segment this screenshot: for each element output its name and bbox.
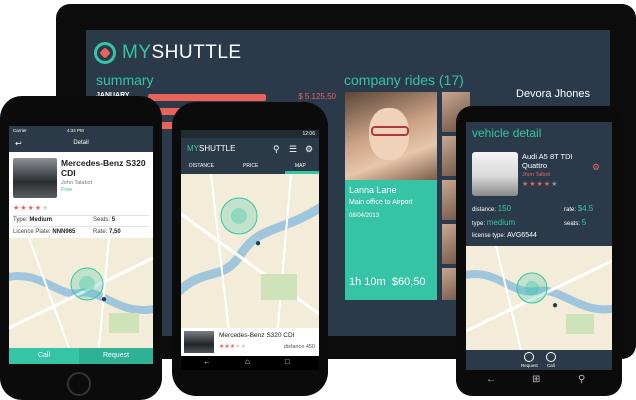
star-icon: ★: [529, 181, 537, 188]
distance-field: distance: 150: [472, 204, 512, 213]
android-phone-device: 12:06 MYSHUTTLE ⚲ ☰ ⚙ DISTANCE PRICE MAP…: [172, 102, 328, 396]
summary-amount: $ 5.125,50: [298, 92, 336, 101]
status-bar: Carrier 4:34 PM: [9, 126, 153, 136]
car-name: Mercedes-Benz S320 CDI: [219, 332, 295, 339]
map-graphic: [181, 174, 319, 350]
phone-icon[interactable]: [546, 352, 556, 362]
ride-duration-cost: 1h 10m $60,50: [349, 276, 426, 288]
map-pin-icon[interactable]: ●: [552, 300, 558, 311]
nav-title: Detail: [73, 140, 89, 146]
status-bar: 12:06: [181, 130, 319, 138]
availability-status: Free: [61, 187, 73, 193]
tab-price[interactable]: PRICE: [243, 163, 258, 169]
logo-text: MYSHUTTLE: [122, 42, 242, 63]
car-photo: [472, 152, 518, 196]
rating-stars: ★★★★★: [219, 343, 246, 350]
status-time: 12:06: [302, 131, 315, 137]
settings-icon[interactable]: ⚙: [592, 162, 600, 173]
car-photo: [184, 331, 214, 353]
rate-field: rate: $4.5: [564, 204, 594, 213]
call-button[interactable]: Call: [9, 348, 79, 364]
search-icon[interactable]: ⚲: [273, 144, 280, 155]
rating-stars: ★★★★★: [522, 180, 558, 188]
seats-field: Seats: 5: [93, 217, 116, 223]
star-icon: ★: [27, 205, 35, 212]
back-icon[interactable]: ←: [486, 374, 496, 385]
rating-stars: ★★★★★: [13, 204, 49, 212]
licence-field: Licence Plate: NNN965: [13, 229, 76, 235]
call-label[interactable]: Call: [547, 363, 555, 368]
map-graphic: [466, 246, 612, 350]
driver-name: Jhon Talbot: [522, 172, 551, 178]
map-pin-icon[interactable]: ●: [101, 294, 107, 305]
windows-start-icon[interactable]: ⊞: [532, 374, 540, 385]
ride-driver-name: Lanna Lane: [349, 185, 397, 195]
summary-bar: [148, 94, 266, 101]
tab-distance[interactable]: DISTANCE: [189, 163, 214, 169]
map-view[interactable]: ●: [181, 174, 319, 350]
search-icon[interactable]: ⚲: [578, 374, 585, 385]
request-label[interactable]: Request: [521, 363, 538, 368]
star-icon: ★: [240, 344, 246, 350]
divider: [13, 215, 149, 216]
app-bar: Request Call: [466, 350, 612, 370]
request-icon[interactable]: [524, 352, 534, 362]
star-icon: ★: [42, 205, 50, 212]
windows-screen: vehicle detail Audi A5 8T TDI Quattro Jh…: [466, 122, 612, 370]
app-logo: MYSHUTTLE: [187, 144, 236, 153]
company-rides-title: company rides (17): [344, 72, 464, 88]
rate-field: Rate: 7,50: [93, 229, 121, 235]
action-bar: MYSHUTTLE ⚲ ☰ ⚙: [181, 138, 319, 160]
driver-photo[interactable]: [345, 92, 437, 180]
star-icon: ★: [536, 181, 544, 188]
ios-phone-device: Carrier 4:34 PM ↩ Detail Mercedes-Benz S…: [0, 96, 162, 400]
steering-wheel-icon: [94, 42, 116, 64]
recents-icon[interactable]: □: [285, 357, 290, 366]
type-field: Type: Medium: [13, 217, 53, 223]
nav-bar: ↩ Detail: [9, 136, 153, 152]
car-photo: [13, 158, 57, 198]
tab-map[interactable]: MAP: [295, 163, 306, 169]
ride-route: Main office to Airport: [349, 199, 413, 206]
request-button[interactable]: Request: [79, 348, 153, 364]
featured-ride-card[interactable]: Lanna Lane Main office to Airport 08/04/…: [345, 180, 437, 300]
status-time: 4:34 PM: [67, 128, 84, 133]
map-graphic: [9, 238, 153, 348]
ios-screen: Carrier 4:34 PM ↩ Detail Mercedes-Benz S…: [9, 126, 153, 364]
type-field: type: medium: [472, 218, 516, 227]
vehicle-card[interactable]: Mercedes-Benz S320 CDI ★★★★★ distance 45…: [181, 328, 319, 356]
summary-title: summary: [96, 72, 154, 88]
divider: [13, 226, 149, 227]
back-icon[interactable]: ←: [203, 357, 211, 366]
list-icon[interactable]: ☰: [289, 144, 297, 155]
map-view[interactable]: ●: [9, 238, 153, 348]
carrier-label: Carrier: [13, 128, 27, 133]
seats-field: seats: 5: [564, 218, 587, 227]
android-screen: 12:06 MYSHUTTLE ⚲ ☰ ⚙ DISTANCE PRICE MAP…: [181, 130, 319, 370]
map-view[interactable]: ●: [466, 246, 612, 350]
gear-icon[interactable]: ⚙: [305, 144, 313, 155]
home-icon[interactable]: ⌂: [245, 357, 250, 366]
star-icon: ★: [20, 205, 28, 212]
glasses-shape: [371, 126, 409, 136]
car-name: Mercedes-Benz S320 CDI: [61, 158, 146, 178]
license-field: license type: AVG6544: [472, 232, 537, 239]
page-title: vehicle detail: [472, 126, 542, 140]
driver-name: Devora Jhones: [516, 88, 590, 100]
car-name: Audi A5 8T TDI Quattro: [522, 152, 573, 170]
star-icon: ★: [551, 181, 559, 188]
distance-field: distance 450: [283, 344, 315, 350]
windows-phone-device: vehicle detail Audi A5 8T TDI Quattro Jh…: [456, 106, 622, 396]
ride-date: 08/04/2013: [349, 213, 380, 219]
driver-name: John Talabot: [61, 180, 93, 186]
app-logo: MYSHUTTLE: [94, 42, 242, 64]
system-nav-bar: ← ⌂ □: [181, 356, 319, 370]
map-pin-icon[interactable]: ●: [255, 238, 261, 249]
home-button[interactable]: [67, 372, 91, 396]
